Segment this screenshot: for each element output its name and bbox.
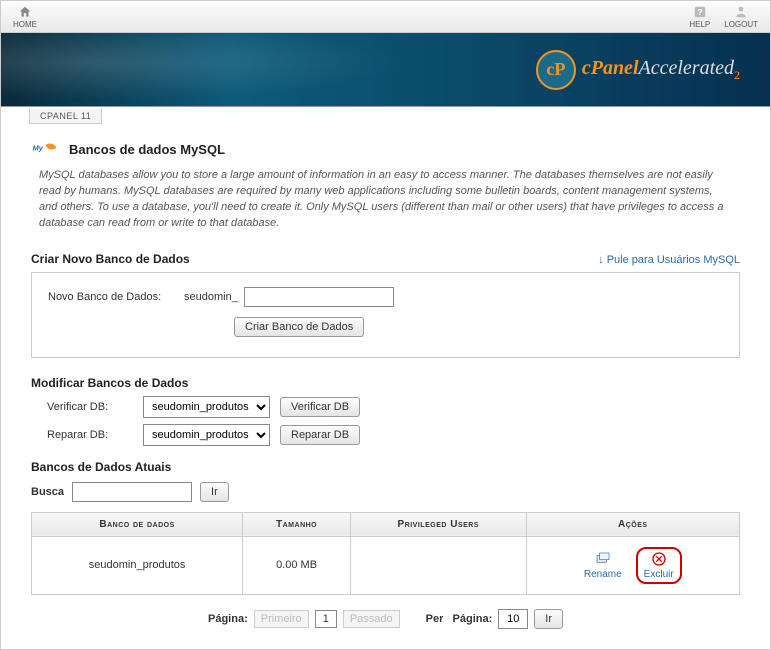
mysql-icon: My [31,140,61,158]
logout-icon [734,5,748,19]
new-db-label: Novo Banco de Dados: [48,291,178,303]
cell-db: seudomin_produtos [32,536,243,594]
pager-first: Primeiro [254,610,309,628]
db-prefix: seudomin_ [184,291,238,303]
banner-accel-text: Accelerated [639,57,735,79]
banner-sub: 2 [734,68,740,82]
cell-users [350,536,526,594]
top-bar: HOME ? HELP LOGOUT [1,1,770,33]
databases-table: Banco de dados Tamanho Privileged Users … [31,512,740,595]
delete-button[interactable]: Excluir [644,551,674,580]
search-label: Busca [31,486,64,498]
jump-users-link[interactable]: Pule para Usuários MySQL [598,254,740,266]
repair-db-button[interactable]: Reparar DB [280,425,360,445]
intro-text: MySQL databases allow you to store a lar… [39,168,732,232]
cpanel-logo-icon: cP [536,50,576,90]
home-icon [18,5,32,19]
table-row: seudomin_produtos 0.00 MB Rename [32,536,740,594]
page-title: Bancos de dados MySQL [69,142,225,157]
col-size: Tamanho [243,512,351,536]
pager-last: Passado [343,610,400,628]
pager-page-label: Página: [208,613,248,625]
pager-per-input[interactable] [498,609,528,629]
delete-label: Excluir [644,569,674,580]
check-db-label: Verificar DB: [47,401,133,413]
col-db: Banco de dados [32,512,243,536]
col-actions: Ações [526,512,739,536]
modify-section-title: Modificar Bancos de Dados [31,376,740,390]
search-go-button[interactable]: Ir [200,482,229,502]
pager-current[interactable]: 1 [315,610,337,628]
delete-icon [651,551,667,567]
home-link[interactable]: HOME [13,5,37,29]
new-db-input[interactable] [244,287,394,307]
pager-per-label: Per Página: [426,613,493,625]
logout-label: LOGOUT [724,20,758,29]
home-label: HOME [13,20,37,29]
rename-label: Rename [584,569,622,580]
current-section-title: Bancos de Dados Atuais [31,460,740,474]
check-db-select[interactable]: seudomin_produtos [143,396,270,418]
search-input[interactable] [72,482,192,502]
cell-size: 0.00 MB [243,536,351,594]
svg-text:?: ? [697,7,702,16]
check-db-button[interactable]: Verificar DB [280,397,360,417]
rename-button[interactable]: Rename [584,551,622,580]
help-icon: ? [693,5,707,19]
svg-text:My: My [33,144,44,153]
col-users: Privileged Users [350,512,526,536]
breadcrumb[interactable]: CPANEL 11 [29,109,102,124]
rename-icon [595,551,611,567]
create-db-button[interactable]: Criar Banco de Dados [234,317,364,337]
pager: Página: Primeiro 1 Passado Per Página: I… [31,609,740,629]
pager-go-button[interactable]: Ir [534,609,563,629]
help-label: HELP [689,20,710,29]
banner-cpanel-text: cPanel [582,57,639,79]
repair-db-select[interactable]: seudomin_produtos [143,424,270,446]
help-link[interactable]: ? HELP [689,5,710,29]
banner: cP cPanelAccelerated2 [1,33,770,107]
logout-link[interactable]: LOGOUT [724,5,758,29]
create-db-box: Novo Banco de Dados: seudomin_ Criar Ban… [31,272,740,358]
repair-db-label: Reparar DB: [47,429,133,441]
create-section-title: Criar Novo Banco de Dados [31,252,190,266]
